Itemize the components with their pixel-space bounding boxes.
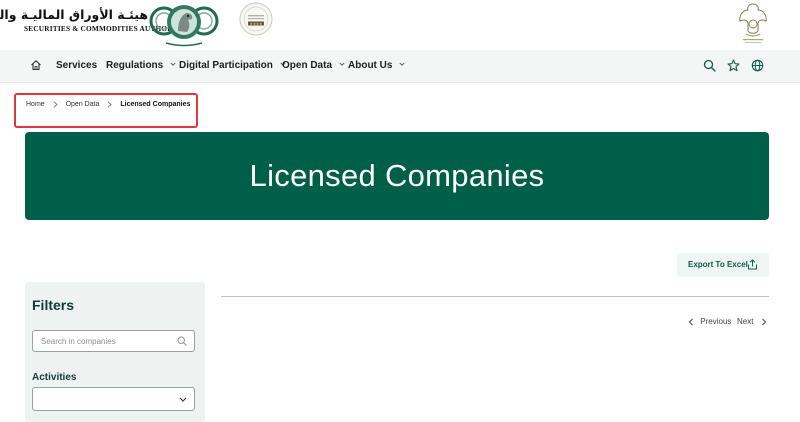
chevron-down-icon	[170, 62, 176, 66]
globe-icon[interactable]	[751, 59, 764, 72]
previous-label: Previous	[700, 317, 732, 326]
main-navbar: Services Regulations Digital Participati…	[0, 50, 800, 83]
chevron-right-icon	[761, 318, 766, 326]
sca-logo-text[interactable]: هيئـة الأوراق الماليـة والسلـع Securitie…	[0, 7, 187, 33]
nav-about-us[interactable]: About Us	[348, 50, 405, 82]
sca-name-english: Securities & Commodities Authority	[24, 24, 187, 33]
hero-banner: Licensed Companies	[25, 132, 769, 220]
nav-open-data[interactable]: Open Data	[282, 50, 345, 82]
next-label: Next	[737, 317, 754, 326]
nav-services-label: Services	[56, 60, 98, 71]
brand-bar: هيئـة الأوراق الماليـة والسلـع Securitie…	[0, 0, 800, 50]
breadcrumb-highlight-box	[14, 93, 198, 128]
star-icon[interactable]	[727, 59, 740, 72]
nav-services[interactable]: Services	[56, 50, 97, 82]
filters-panel: Filters Activities	[25, 282, 205, 422]
sca-name-arabic: هيئـة الأوراق الماليـة والسلـع	[0, 7, 148, 22]
page-title: Licensed Companies	[249, 158, 545, 193]
export-to-excel-label: Export To Excel	[688, 260, 748, 269]
home-icon[interactable]	[30, 59, 42, 71]
previous-page-button[interactable]: Previous	[688, 316, 731, 328]
activities-select[interactable]	[32, 387, 195, 411]
svg-text:★★★★: ★★★★	[250, 22, 263, 26]
quality-seal-icon: ★★★★	[239, 2, 273, 36]
sca-falcon-emblem-icon	[149, 5, 219, 47]
next-page-button[interactable]: Next	[737, 316, 767, 328]
nav-digital-participation[interactable]: Digital Participation	[179, 50, 286, 82]
chevron-down-icon	[399, 62, 405, 66]
chevron-down-icon	[179, 397, 187, 402]
activities-label: Activities	[32, 372, 77, 383]
nav-regulations-label: Regulations	[106, 60, 164, 71]
nav-about-us-label: About Us	[348, 60, 393, 71]
search-icon[interactable]	[703, 59, 716, 72]
chevron-left-icon	[688, 318, 693, 326]
chevron-down-icon	[339, 62, 345, 66]
export-to-excel-button[interactable]: Export To Excel	[677, 253, 769, 277]
search-icon[interactable]	[177, 336, 187, 346]
share-icon	[748, 259, 757, 270]
nav-open-data-label: Open Data	[282, 60, 333, 71]
results-divider	[221, 296, 769, 297]
search-companies-input[interactable]	[32, 330, 195, 352]
nav-digital-participation-label: Digital Participation	[179, 60, 273, 71]
filters-title: Filters	[32, 297, 75, 313]
nav-regulations[interactable]: Regulations	[106, 50, 176, 82]
uae-emblem-icon[interactable]	[735, 1, 771, 45]
